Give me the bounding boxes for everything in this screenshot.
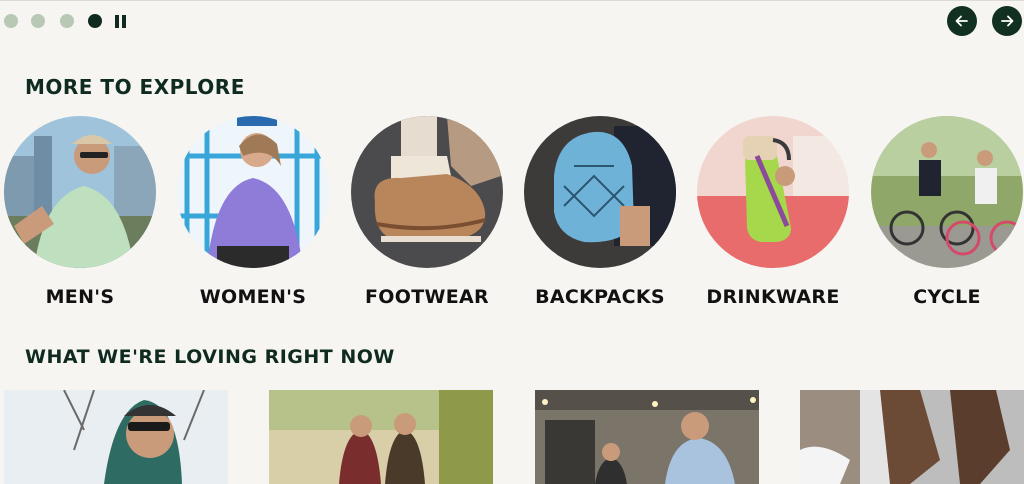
carousel-dot-3[interactable] xyxy=(60,14,74,28)
section-title-loving: WHAT WE'RE LOVING RIGHT NOW xyxy=(25,346,395,368)
category-image-footwear[interactable] xyxy=(351,116,503,268)
product-card-1[interactable] xyxy=(4,390,228,484)
category-label[interactable]: BACKPACKS xyxy=(524,286,676,308)
category-cycle[interactable]: CYCLE xyxy=(871,116,1023,308)
category-mens[interactable]: MEN'S xyxy=(4,116,156,308)
category-drinkware[interactable]: DRINKWARE xyxy=(697,116,849,308)
product-card-2[interactable] xyxy=(269,390,493,484)
category-label[interactable]: WOMEN'S xyxy=(177,286,329,308)
category-label[interactable]: CYCLE xyxy=(871,286,1023,308)
category-image-mens[interactable] xyxy=(4,116,156,268)
carousel-controls xyxy=(0,0,1024,41)
category-image-backpacks[interactable] xyxy=(524,116,676,268)
pause-icon[interactable] xyxy=(115,15,127,28)
section-title-explore: MORE TO EXPLORE xyxy=(25,75,245,99)
carousel-dot-1[interactable] xyxy=(4,14,18,28)
product-card-4[interactable] xyxy=(800,390,1024,484)
carousel-prev-button[interactable] xyxy=(947,6,977,36)
category-label[interactable]: FOOTWEAR xyxy=(351,286,503,308)
arrow-left-icon xyxy=(955,15,968,27)
category-image-drinkware[interactable] xyxy=(697,116,849,268)
carousel-dot-4[interactable] xyxy=(88,14,102,28)
product-card-3[interactable] xyxy=(535,390,759,484)
category-label[interactable]: DRINKWARE xyxy=(697,286,849,308)
category-image-cycle[interactable] xyxy=(871,116,1023,268)
category-image-womens[interactable] xyxy=(177,116,329,268)
arrow-right-icon xyxy=(1001,15,1014,27)
category-backpacks[interactable]: BACKPACKS xyxy=(524,116,676,308)
category-label[interactable]: MEN'S xyxy=(4,286,156,308)
category-womens[interactable]: WOMEN'S xyxy=(177,116,329,308)
carousel-next-button[interactable] xyxy=(992,6,1022,36)
category-footwear[interactable]: FOOTWEAR xyxy=(351,116,503,308)
carousel-dot-2[interactable] xyxy=(31,14,45,28)
